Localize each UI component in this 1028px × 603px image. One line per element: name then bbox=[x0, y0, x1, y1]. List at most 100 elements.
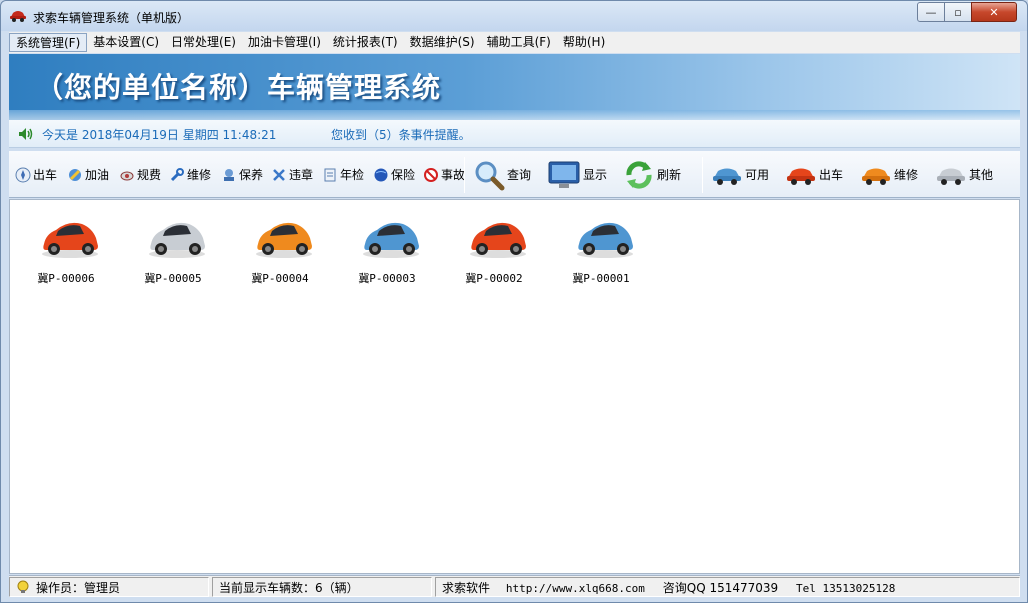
refresh-icon bbox=[626, 160, 652, 189]
violation-button[interactable]: 违章 bbox=[271, 151, 313, 198]
vehicle-item[interactable]: 冀P-00004 bbox=[240, 208, 320, 288]
vehicle-item[interactable]: 冀P-00003 bbox=[347, 208, 427, 288]
menu-daily[interactable]: 日常处理(E) bbox=[165, 33, 242, 52]
no-entry-icon bbox=[424, 167, 438, 182]
company-name: 求索软件 bbox=[442, 581, 491, 595]
menu-system[interactable]: 系统管理(F) bbox=[9, 33, 88, 52]
refuel-button[interactable]: 加油 bbox=[67, 151, 109, 198]
maintenance-icon bbox=[224, 168, 234, 181]
car-orange-icon bbox=[862, 168, 890, 185]
status-other-label: 其他 bbox=[969, 168, 994, 182]
status-out-label: 出车 bbox=[819, 168, 844, 182]
fees-label: 规费 bbox=[137, 168, 162, 182]
vehicle-plate: 冀P-00005 bbox=[144, 272, 202, 285]
globe-icon bbox=[374, 168, 388, 181]
vehicle-plate: 冀P-00002 bbox=[465, 272, 523, 285]
event-reminder-link[interactable]: 您收到（5）条事件提醒。 bbox=[331, 126, 471, 143]
car-app-icon bbox=[10, 11, 26, 22]
vehicle-plate: 冀P-00003 bbox=[358, 272, 416, 285]
car-icon bbox=[42, 222, 98, 258]
speaker-icon bbox=[19, 128, 33, 140]
company-tel: Tel 13513025128 bbox=[796, 582, 896, 595]
company-qq: 咨询QQ 151477039 bbox=[662, 581, 779, 595]
minimize-icon: — bbox=[925, 5, 937, 19]
toolbar: 出车 加油 规费 维修 保养 违章 年检 保险 事故 查询 显示 刷新 可用 出… bbox=[9, 151, 1020, 198]
menu-tools[interactable]: 辅助工具(F) bbox=[481, 33, 557, 52]
vehicle-item[interactable]: 冀P-00002 bbox=[454, 208, 534, 288]
inspection-button[interactable]: 年检 bbox=[322, 151, 364, 198]
display-button[interactable]: 显示 bbox=[547, 151, 607, 198]
toolbar-separator bbox=[464, 157, 465, 193]
repair-button[interactable]: 维修 bbox=[169, 151, 211, 198]
company-url: http://www.xlq668.com bbox=[505, 582, 645, 595]
car-icon bbox=[470, 222, 526, 258]
maximize-icon: ▫ bbox=[954, 5, 962, 19]
car-red-icon bbox=[787, 168, 815, 185]
banner: （您的单位名称）车辆管理系统 bbox=[9, 54, 1020, 120]
vehicle-item[interactable]: 冀P-00005 bbox=[133, 208, 213, 288]
maintain-label: 保养 bbox=[239, 168, 264, 182]
outbound-button[interactable]: 出车 bbox=[15, 151, 57, 198]
accident-button[interactable]: 事故 bbox=[423, 151, 465, 198]
vehicle-plate: 冀P-00004 bbox=[251, 272, 309, 285]
outbound-label: 出车 bbox=[33, 168, 58, 182]
car-blue-icon bbox=[713, 168, 741, 185]
vehicle-item[interactable]: 冀P-00006 bbox=[26, 208, 106, 288]
title-bar: 求索车辆管理系统（单机版） — ▫ ✕ bbox=[1, 1, 1027, 31]
refresh-button[interactable]: 刷新 bbox=[623, 151, 681, 198]
operator-text: 操作员：管理员 bbox=[36, 581, 121, 595]
car-icon bbox=[363, 222, 419, 258]
vehicle-count-text: 当前显示车辆数：6（辆） bbox=[219, 581, 359, 595]
minimize-button[interactable]: — bbox=[917, 2, 945, 22]
close-icon: ✕ bbox=[989, 5, 999, 19]
vehicle-plate: 冀P-00001 bbox=[572, 272, 630, 285]
refuel-label: 加油 bbox=[85, 168, 110, 182]
vehicle-item[interactable]: 冀P-00001 bbox=[561, 208, 641, 288]
refresh-label: 刷新 bbox=[657, 168, 682, 182]
menu-data-maintenance[interactable]: 数据维护(S) bbox=[404, 33, 481, 52]
status-bar: 操作员：管理员 当前显示车辆数：6（辆） 求索软件 http://www.xlq… bbox=[9, 575, 1020, 597]
close-button[interactable]: ✕ bbox=[971, 2, 1017, 22]
status-vehicle-count: 当前显示车辆数：6（辆） bbox=[212, 577, 432, 597]
vehicle-plate: 冀P-00006 bbox=[37, 272, 95, 285]
magnifier-icon bbox=[475, 161, 505, 190]
query-button[interactable]: 查询 bbox=[473, 151, 531, 198]
status-repair-label: 维修 bbox=[894, 168, 919, 182]
menu-basic-settings[interactable]: 基本设置(C) bbox=[87, 33, 165, 52]
fees-button[interactable]: 规费 bbox=[119, 151, 161, 198]
compass-icon bbox=[15, 167, 31, 182]
menu-bar: 系统管理(F) 基本设置(C) 日常处理(E) 加油卡管理(I) 统计报表(T)… bbox=[9, 32, 1020, 53]
monitor-icon bbox=[548, 161, 580, 188]
display-label: 显示 bbox=[583, 168, 608, 182]
inspection-icon bbox=[324, 168, 336, 181]
violation-label: 违章 bbox=[289, 168, 314, 182]
menu-help[interactable]: 帮助(H) bbox=[557, 33, 611, 52]
banner-title: （您的单位名称）车辆管理系统 bbox=[35, 71, 442, 104]
car-silver-icon bbox=[937, 168, 965, 185]
toolbar-separator bbox=[702, 157, 703, 193]
insurance-button[interactable]: 保险 bbox=[373, 151, 415, 198]
window-title: 求索车辆管理系统（单机版） bbox=[33, 11, 190, 25]
wrench-icon bbox=[170, 167, 184, 181]
menu-reports[interactable]: 统计报表(T) bbox=[327, 33, 404, 52]
filter-out-button[interactable]: 出车 bbox=[785, 151, 843, 198]
status-operator: 操作员：管理员 bbox=[9, 577, 209, 597]
violation-icon bbox=[273, 168, 285, 181]
filter-other-button[interactable]: 其他 bbox=[935, 151, 993, 198]
status-company-info: 求索软件 http://www.xlq668.com 咨询QQ 15147703… bbox=[435, 577, 1020, 597]
car-icon bbox=[577, 222, 633, 258]
available-label: 可用 bbox=[745, 168, 770, 182]
menu-fuel-card[interactable]: 加油卡管理(I) bbox=[242, 33, 327, 52]
inspection-label: 年检 bbox=[340, 168, 365, 182]
maintain-button[interactable]: 保养 bbox=[221, 151, 263, 198]
lightbulb-icon bbox=[17, 580, 29, 593]
car-icon bbox=[256, 222, 312, 258]
filter-repair-button[interactable]: 维修 bbox=[860, 151, 918, 198]
filter-available-button[interactable]: 可用 bbox=[711, 151, 769, 198]
repair-label: 维修 bbox=[187, 168, 212, 182]
fuel-icon bbox=[69, 168, 81, 181]
info-bar: 今天是 2018年04月19日 星期四 11:48:21 您收到（5）条事件提醒… bbox=[9, 120, 1020, 148]
insurance-label: 保险 bbox=[391, 168, 416, 182]
maximize-button[interactable]: ▫ bbox=[944, 2, 972, 22]
app-window: 求索车辆管理系统（单机版） — ▫ ✕ 系统管理(F) 基本设置(C) 日常处理… bbox=[0, 0, 1028, 603]
